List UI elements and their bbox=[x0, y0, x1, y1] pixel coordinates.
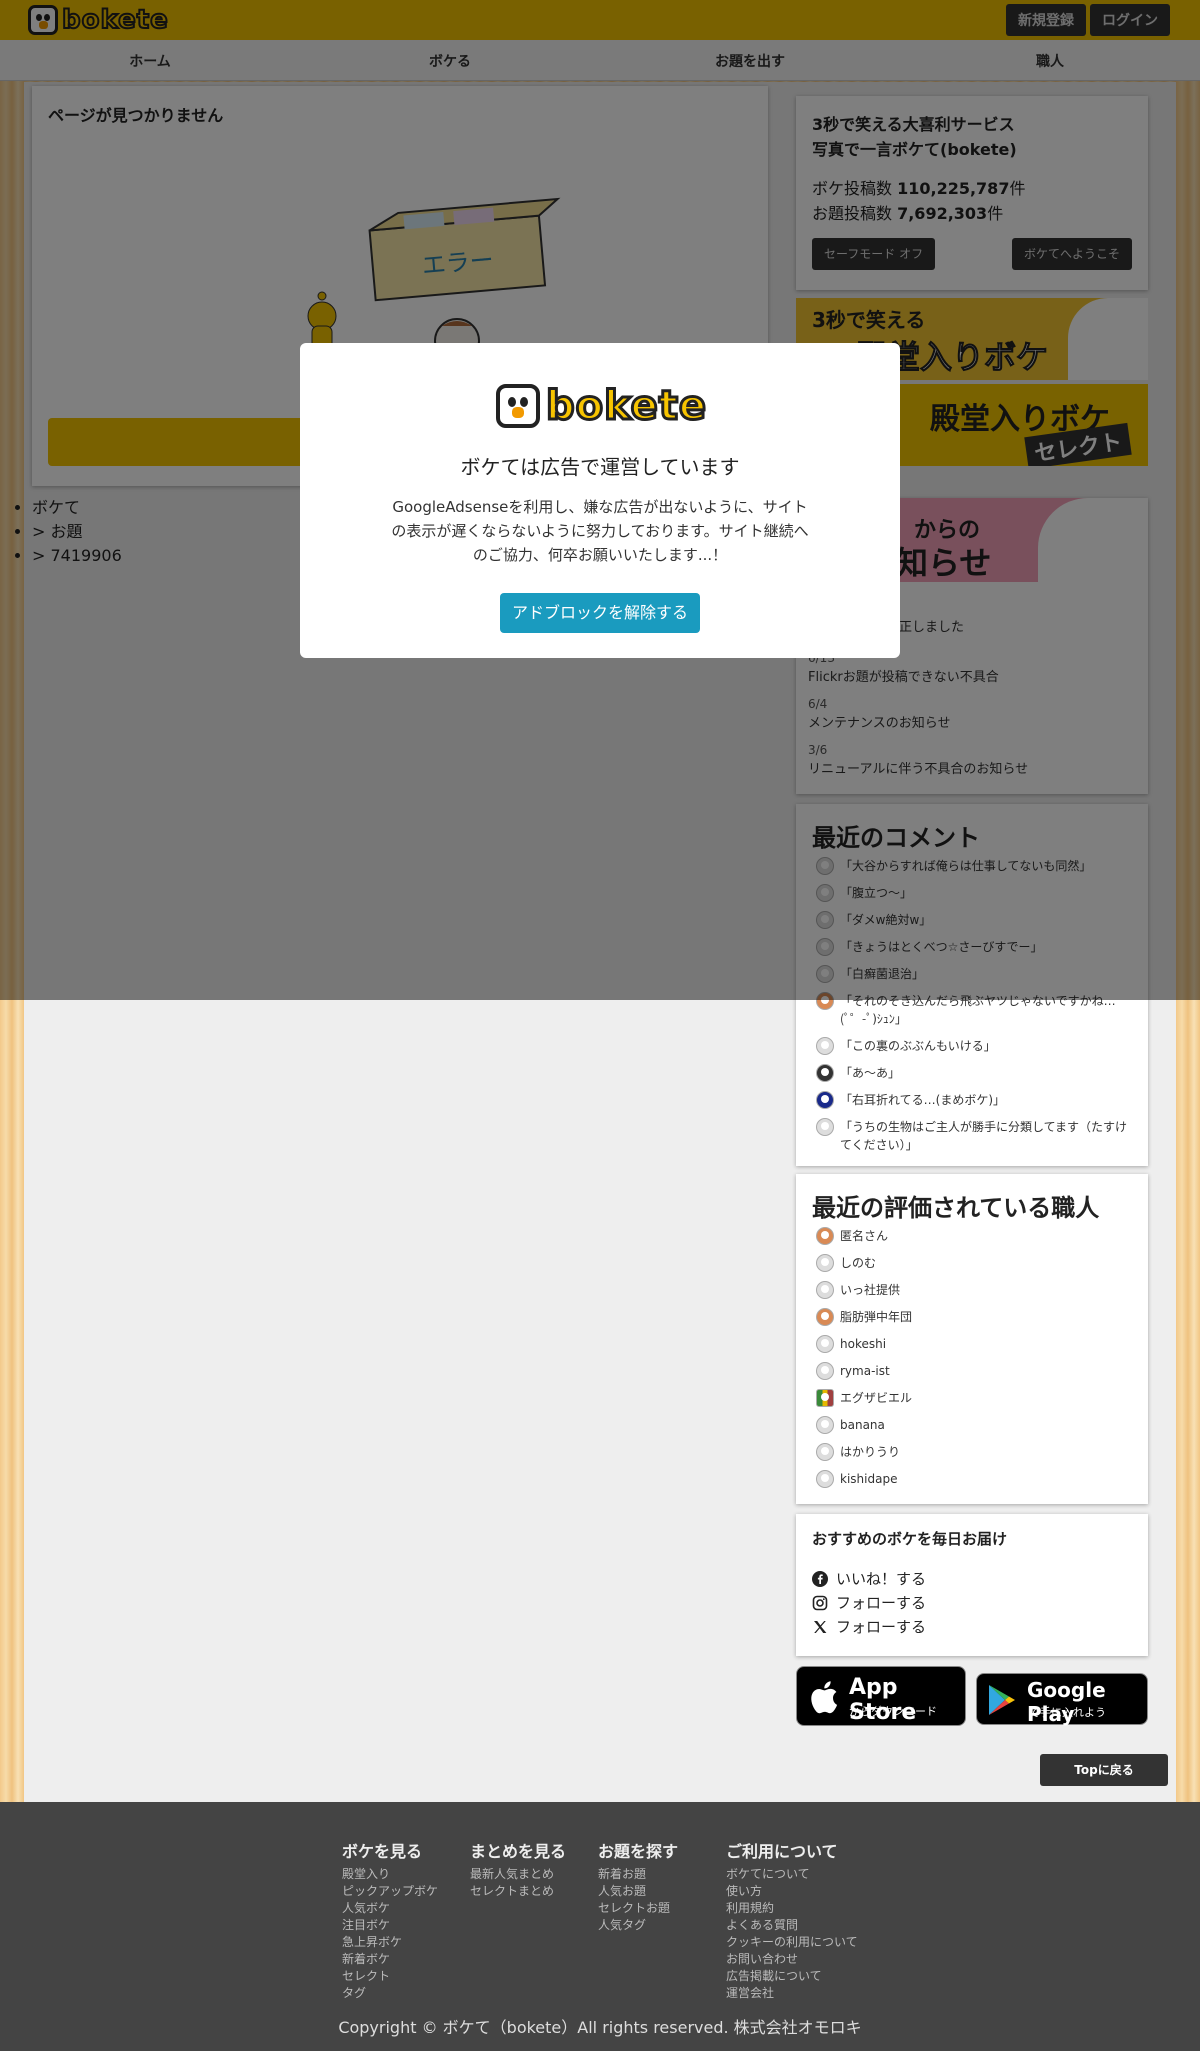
footer-link[interactable]: セレクトお題 bbox=[598, 1900, 678, 1917]
comment-item[interactable]: 「うちの生物はご主人が勝手に分類してます（たすけてください）」 bbox=[816, 1118, 1132, 1154]
facebook-link[interactable]: いいね！する bbox=[812, 1567, 1132, 1591]
google-play-button[interactable]: Google Play で手に入れよう bbox=[976, 1673, 1148, 1726]
apple-icon bbox=[811, 1681, 838, 1714]
shokunin-item[interactable]: 脂肪弾中年団 bbox=[816, 1308, 1132, 1326]
comment-item[interactable]: 「この裏のぶぶんもいける」 bbox=[816, 1037, 1132, 1055]
shokunin-item[interactable]: ryma-ist bbox=[816, 1362, 1132, 1380]
adblock-modal: bokete ボケては広告で運営しています GoogleAdsenseを利用し、… bbox=[300, 343, 900, 658]
footer-col-about: ご利用について ボケてについて 使い方 利用規約 よくある質問 クッキーの利用に… bbox=[726, 1842, 858, 2002]
footer-link[interactable]: 新着お題 bbox=[598, 1866, 678, 1883]
avatar bbox=[816, 1416, 834, 1434]
avatar bbox=[816, 1118, 834, 1136]
avatar bbox=[816, 1281, 834, 1299]
comment-item[interactable]: 「あ〜あ」 bbox=[816, 1064, 1132, 1082]
avatar bbox=[816, 1389, 834, 1407]
shokunin-item[interactable]: banana bbox=[816, 1416, 1132, 1434]
modal-logo: bokete bbox=[496, 382, 708, 431]
instagram-link[interactable]: フォローする bbox=[812, 1591, 1132, 1615]
avatar bbox=[816, 1064, 834, 1082]
footer-link[interactable]: 使い方 bbox=[726, 1883, 858, 1900]
footer-link[interactable]: 急上昇ボケ bbox=[342, 1934, 438, 1951]
facebook-icon bbox=[812, 1571, 828, 1587]
footer-link[interactable]: お問い合わせ bbox=[726, 1951, 858, 1968]
footer-link[interactable]: 利用規約 bbox=[726, 1900, 858, 1917]
footer-link[interactable]: クッキーの利用について bbox=[726, 1934, 858, 1951]
footer-link[interactable]: 人気ボケ bbox=[342, 1900, 438, 1917]
shokunin-item[interactable]: しのむ bbox=[816, 1254, 1132, 1272]
avatar bbox=[816, 1037, 834, 1055]
footer-link[interactable]: セレクト bbox=[342, 1968, 438, 1985]
avatar bbox=[816, 1091, 834, 1109]
shokunin-item[interactable]: はかりうり bbox=[816, 1443, 1132, 1461]
footer-col-matome: まとめを見る 最新人気まとめ セレクトまとめ bbox=[470, 1842, 567, 1900]
footer-link[interactable]: 人気タグ bbox=[598, 1917, 678, 1934]
comment-item[interactable]: 「右耳折れてる…(まめボケ)」 bbox=[816, 1091, 1132, 1109]
shokunin-item[interactable]: hokeshi bbox=[816, 1335, 1132, 1353]
footer-link[interactable]: 新着ボケ bbox=[342, 1951, 438, 1968]
x-link[interactable]: フォローする bbox=[812, 1615, 1132, 1639]
modal-body: GoogleAdsenseを利用し、嫌な広告が出ないように、サイトの表示が遅くな… bbox=[391, 498, 809, 564]
avatar bbox=[816, 1254, 834, 1272]
instagram-icon bbox=[812, 1595, 828, 1611]
footer-link[interactable]: 殿堂入り bbox=[342, 1866, 438, 1883]
footer-link[interactable]: 広告掲載について bbox=[726, 1968, 858, 1985]
avatar bbox=[816, 1362, 834, 1380]
logo-icon bbox=[496, 384, 540, 428]
footer-link[interactable]: 注目ボケ bbox=[342, 1917, 438, 1934]
shokunin-item[interactable]: 匿名さん bbox=[816, 1227, 1132, 1245]
site-footer: ボケを見る 殿堂入り ピックアップボケ 人気ボケ 注目ボケ 急上昇ボケ 新着ボケ… bbox=[0, 1802, 1200, 2051]
follow-card: おすすめのボケを毎日お届け いいね！する フォローする フォローする bbox=[796, 1514, 1148, 1656]
footer-link[interactable]: タグ bbox=[342, 1985, 438, 2002]
modal-title: ボケては広告で運営しています bbox=[460, 455, 740, 479]
copyright: Copyright © ボケて（bokete）All rights reserv… bbox=[338, 2018, 862, 2037]
footer-link[interactable]: ボケてについて bbox=[726, 1866, 858, 1883]
avatar bbox=[816, 1470, 834, 1488]
follow-title: おすすめのボケを毎日お届け bbox=[812, 1530, 1008, 1548]
footer-link[interactable]: ピックアップボケ bbox=[342, 1883, 438, 1900]
footer-link[interactable]: セレクトまとめ bbox=[470, 1883, 566, 1900]
shokunin-item[interactable]: いっ社提供 bbox=[816, 1281, 1132, 1299]
app-store-button[interactable]: App Store からダウンロード bbox=[796, 1666, 966, 1726]
shokunin-title: 最近の評価されている職人 bbox=[812, 1194, 1100, 1222]
footer-link[interactable]: 運営会社 bbox=[726, 1985, 858, 2002]
avatar bbox=[816, 1308, 834, 1326]
footer-link[interactable]: よくある質問 bbox=[726, 1917, 858, 1934]
shokunin-item[interactable]: エグザビエル bbox=[816, 1389, 1132, 1407]
shokunin-item[interactable]: kishidape bbox=[816, 1470, 1132, 1488]
footer-link[interactable]: 人気お題 bbox=[598, 1883, 678, 1900]
disable-adblock-button[interactable]: アドブロックを解除する bbox=[500, 593, 700, 633]
recent-shokunin-card: 最近の評価されている職人 匿名さん しのむ いっ社提供 脂肪弾中年団 hokes… bbox=[796, 1174, 1148, 1504]
footer-col-odai: お題を探す 新着お題 人気お題 セレクトお題 人気タグ bbox=[598, 1842, 679, 1934]
avatar bbox=[816, 1227, 834, 1245]
back-to-top-button[interactable]: Topに戻る bbox=[1040, 1754, 1168, 1786]
google-play-icon bbox=[989, 1685, 1015, 1715]
avatar bbox=[816, 1443, 834, 1461]
footer-col-boke: ボケを見る 殿堂入り ピックアップボケ 人気ボケ 注目ボケ 急上昇ボケ 新着ボケ… bbox=[342, 1842, 439, 2002]
x-icon bbox=[814, 1621, 827, 1633]
avatar bbox=[816, 1335, 834, 1353]
footer-link[interactable]: 最新人気まとめ bbox=[470, 1866, 566, 1883]
